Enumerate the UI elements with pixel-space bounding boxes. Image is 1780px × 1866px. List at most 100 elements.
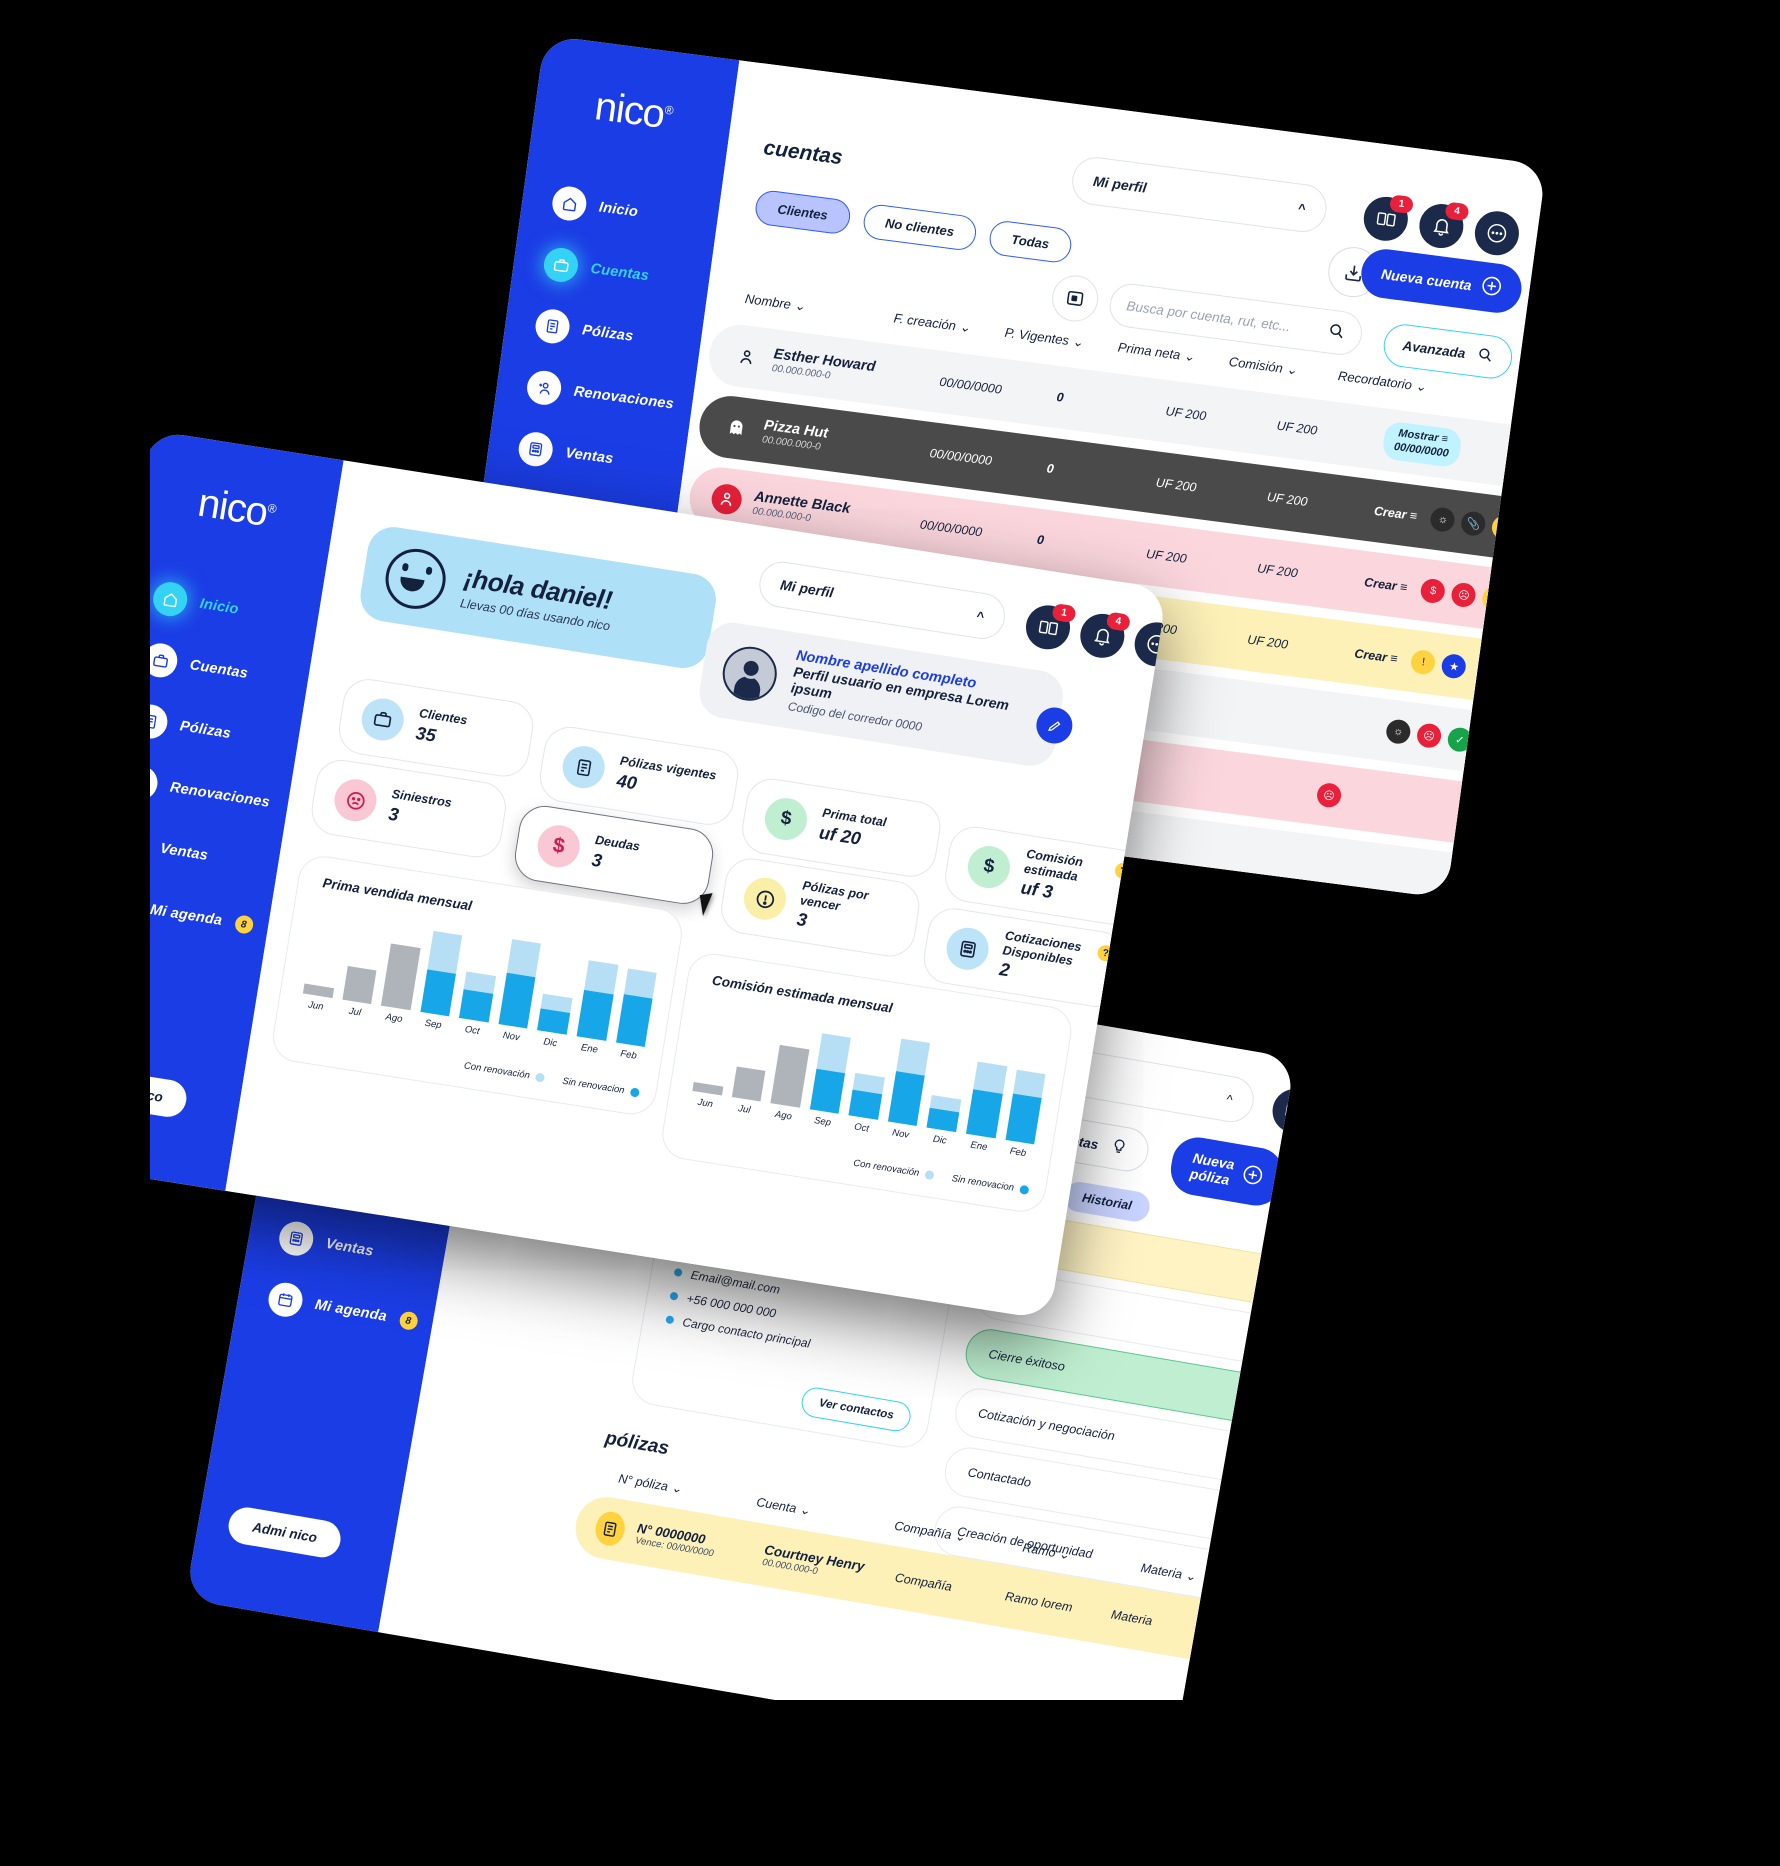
chart-x-label: Nov <box>891 1127 910 1141</box>
column-header-nombre[interactable]: Nombre ⌄ <box>744 291 895 326</box>
person-icon <box>729 340 763 374</box>
column-header-pvigentes[interactable]: P. Vigentes ⌄ <box>1004 325 1119 356</box>
bar-segment-historico <box>302 983 334 999</box>
stat-value: 3 <box>590 849 604 871</box>
bar-segment-sin-renovacion <box>809 1068 846 1114</box>
bar-segment-sin-renovacion <box>926 1107 960 1133</box>
chart-bar: Feb <box>1002 1055 1048 1160</box>
sidebar-item-label: Ventas <box>158 840 210 864</box>
bullet-icon <box>669 1291 679 1301</box>
grid-view-icon[interactable] <box>1049 272 1102 325</box>
bar-segment-sin-renovacion <box>1005 1093 1042 1145</box>
sidebar-item-label: Cuentas <box>589 260 650 285</box>
book-icon[interactable]: 1 <box>1269 1085 1296 1137</box>
column-header-fcreacion[interactable]: F. creación ⌄ <box>893 310 1006 340</box>
chart-bar: Dic <box>924 1043 970 1148</box>
composition-stage: n Renovaciones Ventas Mi agenda 8 <box>0 0 1780 1866</box>
claim-icon[interactable]: ☹ <box>1278 1631 1296 1660</box>
bell-mini-icon[interactable]: ☼ <box>1384 718 1412 746</box>
chart-bar: Jul <box>339 915 385 1020</box>
column-header[interactable]: Recordatorio ⌄ <box>1258 1580 1296 1609</box>
new-account-button[interactable]: Nueva cuenta <box>1358 246 1525 316</box>
user-profile-card: Nombre apellido completo Perfil usuario … <box>695 619 1076 770</box>
chart-bar: Ago <box>768 1018 814 1123</box>
chart-bar-stack <box>731 1066 766 1102</box>
sidebar-item-label: Mi agenda <box>149 901 224 929</box>
bell-icon[interactable]: 4 <box>1416 201 1470 251</box>
warning-mini-icon[interactable]: ! <box>1490 514 1518 542</box>
column-header-comision[interactable]: Comisión ⌄ <box>1228 354 1339 384</box>
account-date: 00/00/0000 <box>928 446 993 469</box>
info-mini-icon[interactable]: ★ <box>1511 589 1539 617</box>
chart-x-label: Jul <box>737 1103 752 1116</box>
chart-bar: Sep <box>418 927 464 1032</box>
column-header-primaneta[interactable]: Prima neta ⌄ <box>1117 339 1230 369</box>
search-placeholder: Busca por cuenta, rut, etc... <box>1125 297 1292 334</box>
chart-bar-stack <box>926 1095 962 1133</box>
search-icon[interactable] <box>1327 321 1347 343</box>
bar-segment-sin-renovacion <box>576 989 614 1041</box>
info-mini-icon[interactable]: ★ <box>1440 652 1468 680</box>
bell-icon[interactable]: 4 <box>1077 610 1132 661</box>
create-reminder-button[interactable]: Crear ≡ <box>1363 575 1408 594</box>
chart-bar-stack <box>848 1073 885 1120</box>
account-vigentes: 0 <box>1036 532 1045 548</box>
chart-x-label: Dic <box>542 1036 558 1050</box>
home-icon <box>150 579 190 619</box>
filter-chip-clientes[interactable]: Clientes <box>753 188 852 236</box>
bleed-mask <box>0 0 1780 34</box>
new-policy-button[interactable]: Nueva póliza <box>1166 1133 1288 1210</box>
policy-company: Compañía <box>893 1570 954 1595</box>
advanced-search-button[interactable]: Avanzada <box>1380 321 1515 382</box>
agenda-badge: 8 <box>233 914 255 935</box>
bleed-mask <box>0 0 150 1866</box>
ver-contactos-button[interactable]: Ver contactos <box>799 1385 913 1434</box>
warning-mini-icon[interactable]: ! <box>1481 585 1509 613</box>
warning-mini-icon[interactable]: ! <box>1409 648 1437 676</box>
sidebar-item-label: Ventas <box>564 445 615 468</box>
chart-legend: Con renovación Sin renovacion <box>463 1060 640 1098</box>
chart-bar: Ene <box>963 1049 1009 1154</box>
profile-dropdown[interactable]: Mi perfil ^ <box>1069 154 1330 235</box>
create-reminder-button[interactable]: Crear ≡ <box>1373 504 1418 523</box>
reminder-button[interactable]: Mostrar ≡ 00/00/0000 <box>1381 420 1463 468</box>
policy-action[interactable]: Crear <box>1203 1623 1238 1642</box>
chart-bar: Sep <box>807 1024 853 1129</box>
claim-mini-icon[interactable]: ☹ <box>1415 722 1443 750</box>
debt-icon[interactable]: $ <box>1248 1626 1277 1654</box>
book-icon[interactable]: 1 <box>1361 194 1415 244</box>
more-icon[interactable] <box>1472 208 1522 258</box>
chart-bar-stack <box>459 971 496 1023</box>
claim-mini-icon[interactable]: ☹ <box>1450 581 1478 609</box>
chart-bar-stack <box>420 931 463 1017</box>
bell-mini-icon[interactable]: ☼ <box>1429 506 1457 534</box>
ok-mini-icon[interactable]: ✓ <box>1446 726 1474 754</box>
bar-segment-sin-renovacion <box>965 1089 1003 1139</box>
document-icon <box>533 307 572 346</box>
admin-nico-button[interactable]: Admi nico <box>225 1504 344 1561</box>
account-date: 00/00/0000 <box>938 374 1003 397</box>
ghost-icon <box>719 411 754 445</box>
briefcase-icon <box>358 695 407 744</box>
nico-logo: nico® <box>592 84 674 137</box>
chart-x-label: Jul <box>348 1005 362 1019</box>
book-icon[interactable]: 1 <box>1022 602 1077 653</box>
filter-chip-no-clientes[interactable]: No clientes <box>861 202 979 252</box>
sidebar-item-label: Inicio <box>598 199 639 221</box>
agenda-badge: 8 <box>397 1310 419 1332</box>
sidebar-item-label: Pólizas <box>581 322 635 345</box>
claim-mini-icon[interactable]: ☹ <box>1315 781 1343 809</box>
bar-segment-historico <box>731 1066 766 1102</box>
profile-dropdown[interactable]: Mi perfil ^ <box>756 558 1009 643</box>
create-reminder-button[interactable]: Crear ≡ <box>1354 646 1399 665</box>
sidebar-item-label: Inicio <box>198 595 240 618</box>
chart-x-label: Ene <box>580 1042 599 1056</box>
legend-item: Con renovación <box>463 1060 546 1083</box>
filter-chip-todas[interactable]: Todas <box>987 219 1074 265</box>
chart-x-label: Jun <box>307 999 325 1013</box>
column-header-recordatorio[interactable]: Recordatorio ⌄ <box>1337 368 1427 395</box>
avatar <box>718 642 781 705</box>
debt-mini-icon[interactable]: $ <box>1419 577 1447 605</box>
tab-historial[interactable]: Historial <box>1061 1179 1152 1224</box>
clip-mini-icon[interactable]: 📎 <box>1460 510 1488 538</box>
